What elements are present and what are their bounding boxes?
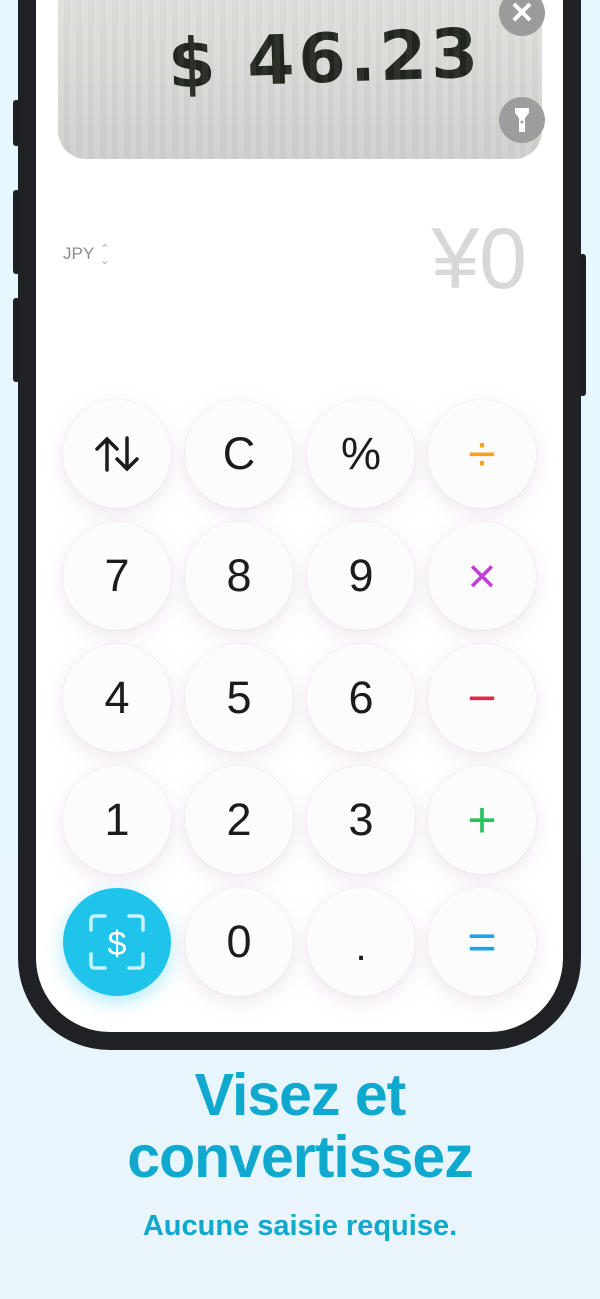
minus-button[interactable]: −	[428, 644, 536, 752]
multiply-button[interactable]: ×	[428, 522, 536, 630]
close-icon: ✕	[509, 0, 535, 30]
key-3[interactable]: 3	[307, 766, 415, 874]
key-5[interactable]: 5	[185, 644, 293, 752]
key-1[interactable]: 1	[63, 766, 171, 874]
key-8[interactable]: 8	[185, 522, 293, 630]
app-screen: $ 46.23 ✕ JPY ⌃⌃ ¥0 C % ÷ 7 8 9 × 4 5 6	[36, 0, 563, 1032]
marketing-subline: Aucune saisie requise.	[142, 1210, 458, 1242]
marketing-headline: Visez et convertissez	[0, 1064, 600, 1188]
key-6[interactable]: 6	[307, 644, 415, 752]
swap-currencies-button[interactable]	[63, 400, 171, 508]
swap-arrows-icon	[95, 436, 139, 472]
percent-button[interactable]: %	[307, 400, 415, 508]
key-0[interactable]: 0	[185, 888, 293, 996]
key-9[interactable]: 9	[307, 522, 415, 630]
decimal-point-button[interactable]: .	[307, 888, 415, 996]
equals-button[interactable]: =	[428, 888, 536, 996]
clear-button[interactable]: C	[185, 400, 293, 508]
headline-line-2: convertissez	[127, 1124, 473, 1190]
flashlight-icon	[515, 108, 529, 132]
divide-button[interactable]: ÷	[428, 400, 536, 508]
scan-dollar-symbol: $	[108, 925, 127, 963]
key-7[interactable]: 7	[63, 522, 171, 630]
keypad: C % ÷ 7 8 9 × 4 5 6 − 1 2 3 + $ 0 . =	[36, 0, 563, 1032]
scan-dollar-icon: $	[89, 914, 145, 970]
scan-price-button[interactable]: $	[63, 888, 171, 996]
decimal-point-label: .	[355, 925, 367, 969]
key-4[interactable]: 4	[63, 644, 171, 752]
key-2[interactable]: 2	[185, 766, 293, 874]
flashlight-button[interactable]	[499, 97, 545, 143]
headline-line-1: Visez et	[194, 1062, 407, 1128]
plus-button[interactable]: +	[428, 766, 536, 874]
